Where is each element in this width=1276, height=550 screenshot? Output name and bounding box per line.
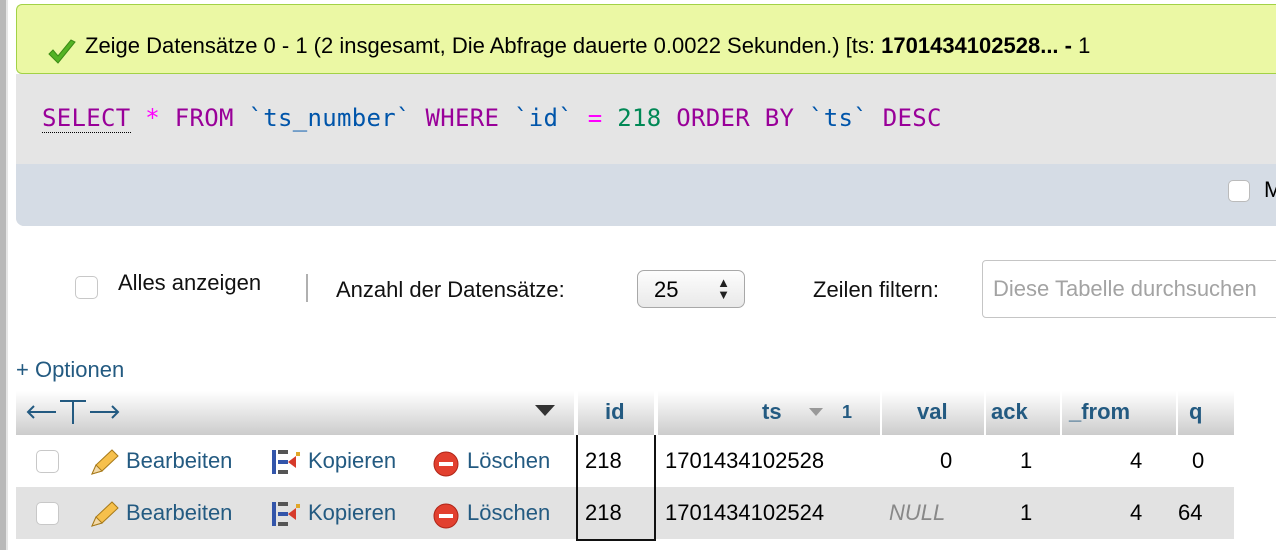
nav-separator <box>306 274 308 302</box>
cell-ts[interactable]: 1701434102528 <box>665 448 824 474</box>
cell-q[interactable]: 0 <box>1192 448 1204 474</box>
insert-row-icon[interactable] <box>270 448 302 476</box>
sql-where-keyword: WHERE <box>425 104 500 132</box>
rows-count-value: 25 <box>654 277 679 302</box>
cell-q[interactable]: 64 <box>1178 500 1202 526</box>
sort-dropdown-icon[interactable] <box>534 404 556 418</box>
delete-icon[interactable] <box>432 450 460 478</box>
show-all-label[interactable]: Alles anzeigen <box>118 270 261 296</box>
rows-count-label: Anzahl der Datensätze: <box>336 277 565 302</box>
edit-link[interactable]: Bearbeiten <box>126 448 232 474</box>
show-all-checkbox[interactable] <box>75 276 98 299</box>
success-banner: Zeige Datensätze 0 - 1 (2 insgesamt, Die… <box>16 4 1276 74</box>
sql-options-bar <box>16 164 1276 226</box>
sort-desc-icon[interactable] <box>808 407 824 417</box>
table-header-q-bg <box>1178 391 1234 435</box>
sql-query-box: SELECT * FROM `ts_number` WHERE `id` = 2… <box>16 74 1276 226</box>
sql-order-by-keyword: ORDER BY <box>676 104 795 132</box>
row-checkbox[interactable] <box>36 502 59 525</box>
edit-link[interactable]: Bearbeiten <box>126 500 232 526</box>
cell-val[interactable]: 0 <box>940 448 952 474</box>
select-arrows-icon: ▲ ▼ <box>717 275 730 302</box>
row-checkbox[interactable] <box>36 450 59 473</box>
success-text: Zeige Datensätze 0 - 1 (2 insgesamt, Die… <box>85 33 882 58</box>
column-header-q[interactable]: q <box>1189 391 1202 433</box>
column-header-ack[interactable]: ack <box>991 391 1028 433</box>
column-header-from[interactable]: _from <box>1069 391 1130 433</box>
sql-value: 218 <box>617 104 662 132</box>
cell-val-null[interactable]: NULL <box>889 500 945 526</box>
left-frame-shadow <box>6 0 8 550</box>
filter-rows-input[interactable] <box>982 260 1276 318</box>
sql-select-keyword[interactable]: SELECT <box>42 104 131 133</box>
sql-bar-checkbox[interactable] <box>1228 180 1250 202</box>
delete-icon[interactable] <box>432 502 460 530</box>
sql-query: SELECT * FROM `ts_number` WHERE `id` = 2… <box>42 104 942 133</box>
sql-column-name: `id` <box>514 104 573 132</box>
success-message: Zeige Datensätze 0 - 1 (2 insgesamt, Die… <box>85 33 1090 59</box>
cell-ts[interactable]: 1701434102524 <box>665 500 824 526</box>
sql-desc-keyword: DESC <box>882 104 942 132</box>
column-header-val[interactable]: val <box>917 391 948 433</box>
checkmark-icon <box>48 39 76 64</box>
sort-order-index: 1 <box>842 402 853 422</box>
success-overflow: 1 <box>1078 33 1091 58</box>
sql-from-keyword: FROM <box>174 104 234 132</box>
cell-from[interactable]: 4 <box>1130 500 1142 526</box>
cell-ack[interactable]: 1 <box>1020 500 1032 526</box>
filter-rows-label: Zeilen filtern: <box>813 277 939 302</box>
sql-order-column: `ts` <box>809 104 868 132</box>
delete-link[interactable]: Löschen <box>467 500 550 526</box>
rows-count-select[interactable]: 25 ▲ ▼ <box>637 270 745 308</box>
insert-row-icon[interactable] <box>270 500 302 528</box>
sql-equals: = <box>587 104 603 132</box>
copy-link[interactable]: Kopieren <box>308 448 396 474</box>
column-header-ts[interactable]: ts <box>762 391 782 433</box>
column-resize-arrows-icon[interactable] <box>26 398 122 426</box>
pencil-icon[interactable] <box>88 448 120 478</box>
cell-from[interactable]: 4 <box>1130 448 1142 474</box>
column-header-id[interactable]: id <box>605 391 625 433</box>
sql-bar-checkbox-label: M <box>1264 177 1276 202</box>
success-timestamp: 1701434102528... - <box>881 33 1079 58</box>
options-link[interactable]: + Optionen <box>16 357 124 383</box>
id-column-highlight <box>576 435 656 541</box>
sql-table-name: `ts_number` <box>248 104 411 132</box>
sql-star: * <box>145 104 160 132</box>
delete-link[interactable]: Löschen <box>467 448 550 474</box>
cell-ack[interactable]: 1 <box>1020 448 1032 474</box>
pencil-icon[interactable] <box>88 500 120 530</box>
copy-link[interactable]: Kopieren <box>308 500 396 526</box>
